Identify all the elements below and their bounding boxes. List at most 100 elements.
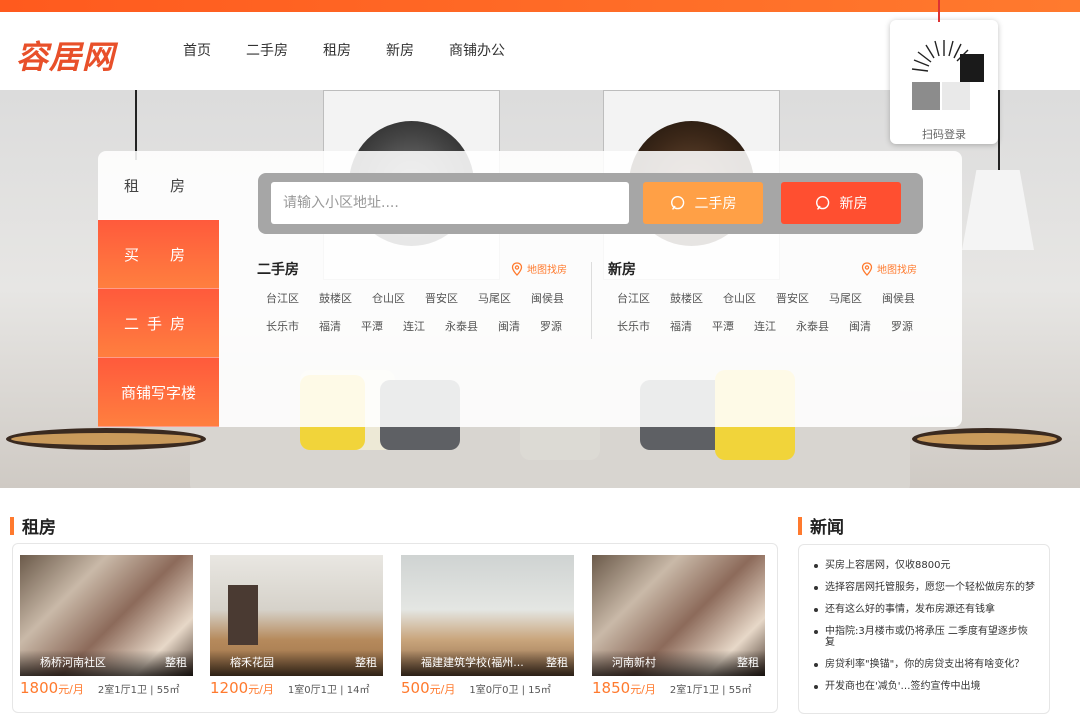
listing-caption: 福建建筑学校(福州... 整租	[401, 650, 574, 676]
location-pin-icon	[511, 261, 523, 276]
map-link-label: 地图找房	[527, 265, 567, 276]
listing-name: 杨桥河南社区	[40, 656, 106, 669]
nav-newhome[interactable]: 新房	[386, 40, 414, 60]
news-item[interactable]: 选择容居网托管服务，愿您一个轻松做房东的梦	[812, 582, 1037, 593]
newhome-map-link[interactable]: 地图找房	[861, 261, 917, 276]
district-link[interactable]: 仓山区	[372, 290, 405, 306]
listing-photo: 杨桥河南社区 整租	[20, 555, 193, 676]
site-logo[interactable]: 容居网	[16, 32, 115, 78]
district-link[interactable]: 闽清	[849, 318, 871, 334]
district-link[interactable]: 福清	[319, 318, 341, 334]
district-link[interactable]: 连江	[403, 318, 425, 334]
district-link[interactable]: 平潭	[361, 318, 383, 334]
news-title-text: 新闻	[810, 518, 844, 538]
nav-commercial[interactable]: 商铺办公	[449, 40, 505, 60]
search-input[interactable]	[271, 182, 629, 224]
district-link[interactable]: 马尾区	[829, 290, 862, 306]
district-link[interactable]: 长乐市	[266, 318, 299, 334]
district-link[interactable]: 台江区	[617, 290, 650, 306]
listing-meta: 500 元/月 1室0厅0卫 | 15㎡	[401, 679, 574, 697]
news-item[interactable]: 开发商也在'减负'…签约宣传中出境	[812, 681, 1037, 692]
qr-label: 扫码登录	[922, 128, 966, 141]
news-item[interactable]: 房贷利率"换锚"，你的房贷支出将有啥变化？	[812, 659, 1037, 670]
listing-spec: 1室0厅1卫 | 14㎡	[287, 685, 370, 696]
category-tabs: 租 房 买 房 二手房 商铺写字楼	[98, 151, 219, 427]
rent-section-title: 租房	[10, 513, 56, 538]
tab-rent[interactable]: 租 房	[98, 151, 219, 220]
search-icon	[670, 195, 684, 210]
listing-price-unit: 元/月	[429, 683, 456, 696]
secondhand-districts-row1: 台江区 鼓楼区 仓山区 晋安区 马尾区 闽侯县	[266, 290, 584, 306]
top-accent-bar	[0, 0, 1080, 12]
listing-caption: 榕禾花园 整租	[210, 650, 383, 676]
search-newhome-label: 新房	[839, 196, 868, 212]
listing-meta: 1200 元/月 1室0厅1卫 | 14㎡	[210, 679, 383, 697]
search-newhome-button[interactable]: 新房	[781, 182, 901, 224]
map-link-label: 地图找房	[877, 265, 917, 276]
news-item[interactable]: 买房上容居网，仅收8800元	[812, 560, 1037, 571]
district-link[interactable]: 台江区	[266, 290, 299, 306]
district-link[interactable]: 马尾区	[478, 290, 511, 306]
secondhand-map-link[interactable]: 地图找房	[511, 261, 567, 276]
column-divider	[591, 262, 592, 339]
district-link[interactable]: 晋安区	[776, 290, 809, 306]
district-link[interactable]: 仓山区	[723, 290, 756, 306]
district-link[interactable]: 闽清	[498, 318, 520, 334]
listing-name: 榕禾花园	[230, 656, 274, 669]
title-accent-bar	[10, 516, 14, 535]
district-link[interactable]: 晋安区	[425, 290, 458, 306]
newhome-column-title: 新房	[608, 262, 636, 278]
listing-photo: 榕禾花园 整租	[210, 555, 383, 676]
search-secondhand-button[interactable]: 二手房	[643, 182, 763, 224]
listing-tag: 整租	[165, 656, 187, 669]
rent-card[interactable]: 福建建筑学校(福州... 整租 500 元/月 1室0厅0卫 | 15㎡	[401, 555, 574, 697]
district-link[interactable]: 鼓楼区	[670, 290, 703, 306]
search-icon	[815, 195, 829, 210]
nav-home[interactable]: 首页	[183, 40, 211, 60]
listing-name: 河南新村	[612, 656, 656, 669]
district-link[interactable]: 福清	[670, 318, 692, 334]
rent-card[interactable]: 杨桥河南社区 整租 1800 元/月 2室1厅1卫 | 55㎡	[20, 555, 193, 697]
district-link[interactable]: 永泰县	[796, 318, 829, 334]
district-link[interactable]: 闽侯县	[531, 290, 564, 306]
location-pin-icon	[861, 261, 873, 276]
nav-secondhand[interactable]: 二手房	[246, 40, 288, 60]
listing-spec: 1室0厅0卫 | 15㎡	[469, 685, 551, 696]
rent-card[interactable]: 榕禾花园 整租 1200 元/月 1室0厅1卫 | 14㎡	[210, 555, 383, 697]
main-nav: 首页 二手房 租房 新房 商铺办公	[183, 40, 540, 60]
listing-caption: 杨桥河南社区 整租	[20, 650, 193, 676]
search-secondhand-label: 二手房	[694, 196, 737, 212]
district-link[interactable]: 闽侯县	[882, 290, 915, 306]
listing-spec: 2室1厅1卫 | 55㎡	[97, 685, 180, 696]
secondhand-districts-row2: 长乐市 福清 平潭 连江 永泰县 闽清 罗源	[266, 318, 582, 334]
listing-spec: 2室1厅1卫 | 55㎡	[669, 685, 752, 696]
newhome-districts-row2: 长乐市 福清 平潭 连江 永泰县 闽清 罗源	[617, 318, 933, 334]
tab-commercial-office[interactable]: 商铺写字楼	[98, 358, 219, 427]
lamp-shade	[962, 170, 1034, 250]
rent-title-text: 租房	[22, 518, 56, 538]
news-item[interactable]: 中指院:3月楼市或仍将承压 二季度有望逐步恢复	[812, 626, 1037, 648]
district-link[interactable]: 永泰县	[445, 318, 478, 334]
news-section-title: 新闻	[798, 513, 844, 538]
rent-card[interactable]: 河南新村 整租 1850 元/月 2室1厅1卫 | 55㎡	[592, 555, 765, 697]
listing-tag: 整租	[546, 656, 568, 669]
nav-rent[interactable]: 租房	[323, 40, 351, 60]
qr-hanger	[938, 0, 946, 22]
title-accent-bar	[798, 516, 802, 535]
listing-price: 1200	[210, 679, 249, 697]
tab-buy[interactable]: 买 房	[98, 220, 219, 289]
news-item[interactable]: 还有这么好的事情，发布房源还有钱拿	[812, 604, 1037, 615]
qr-login-card[interactable]: 扫码登录	[890, 20, 998, 144]
district-link[interactable]: 鼓楼区	[319, 290, 352, 306]
tab-secondhand[interactable]: 二手房	[98, 289, 219, 358]
listing-caption: 河南新村 整租	[592, 650, 765, 676]
listing-photo: 福建建筑学校(福州... 整租	[401, 555, 574, 676]
district-link[interactable]: 罗源	[891, 318, 913, 334]
listing-tag: 整租	[737, 656, 759, 669]
listing-price: 500	[401, 679, 430, 697]
district-link[interactable]: 罗源	[540, 318, 562, 334]
listing-price-unit: 元/月	[58, 683, 84, 696]
district-link[interactable]: 长乐市	[617, 318, 650, 334]
district-link[interactable]: 平潭	[712, 318, 734, 334]
district-link[interactable]: 连江	[754, 318, 776, 334]
